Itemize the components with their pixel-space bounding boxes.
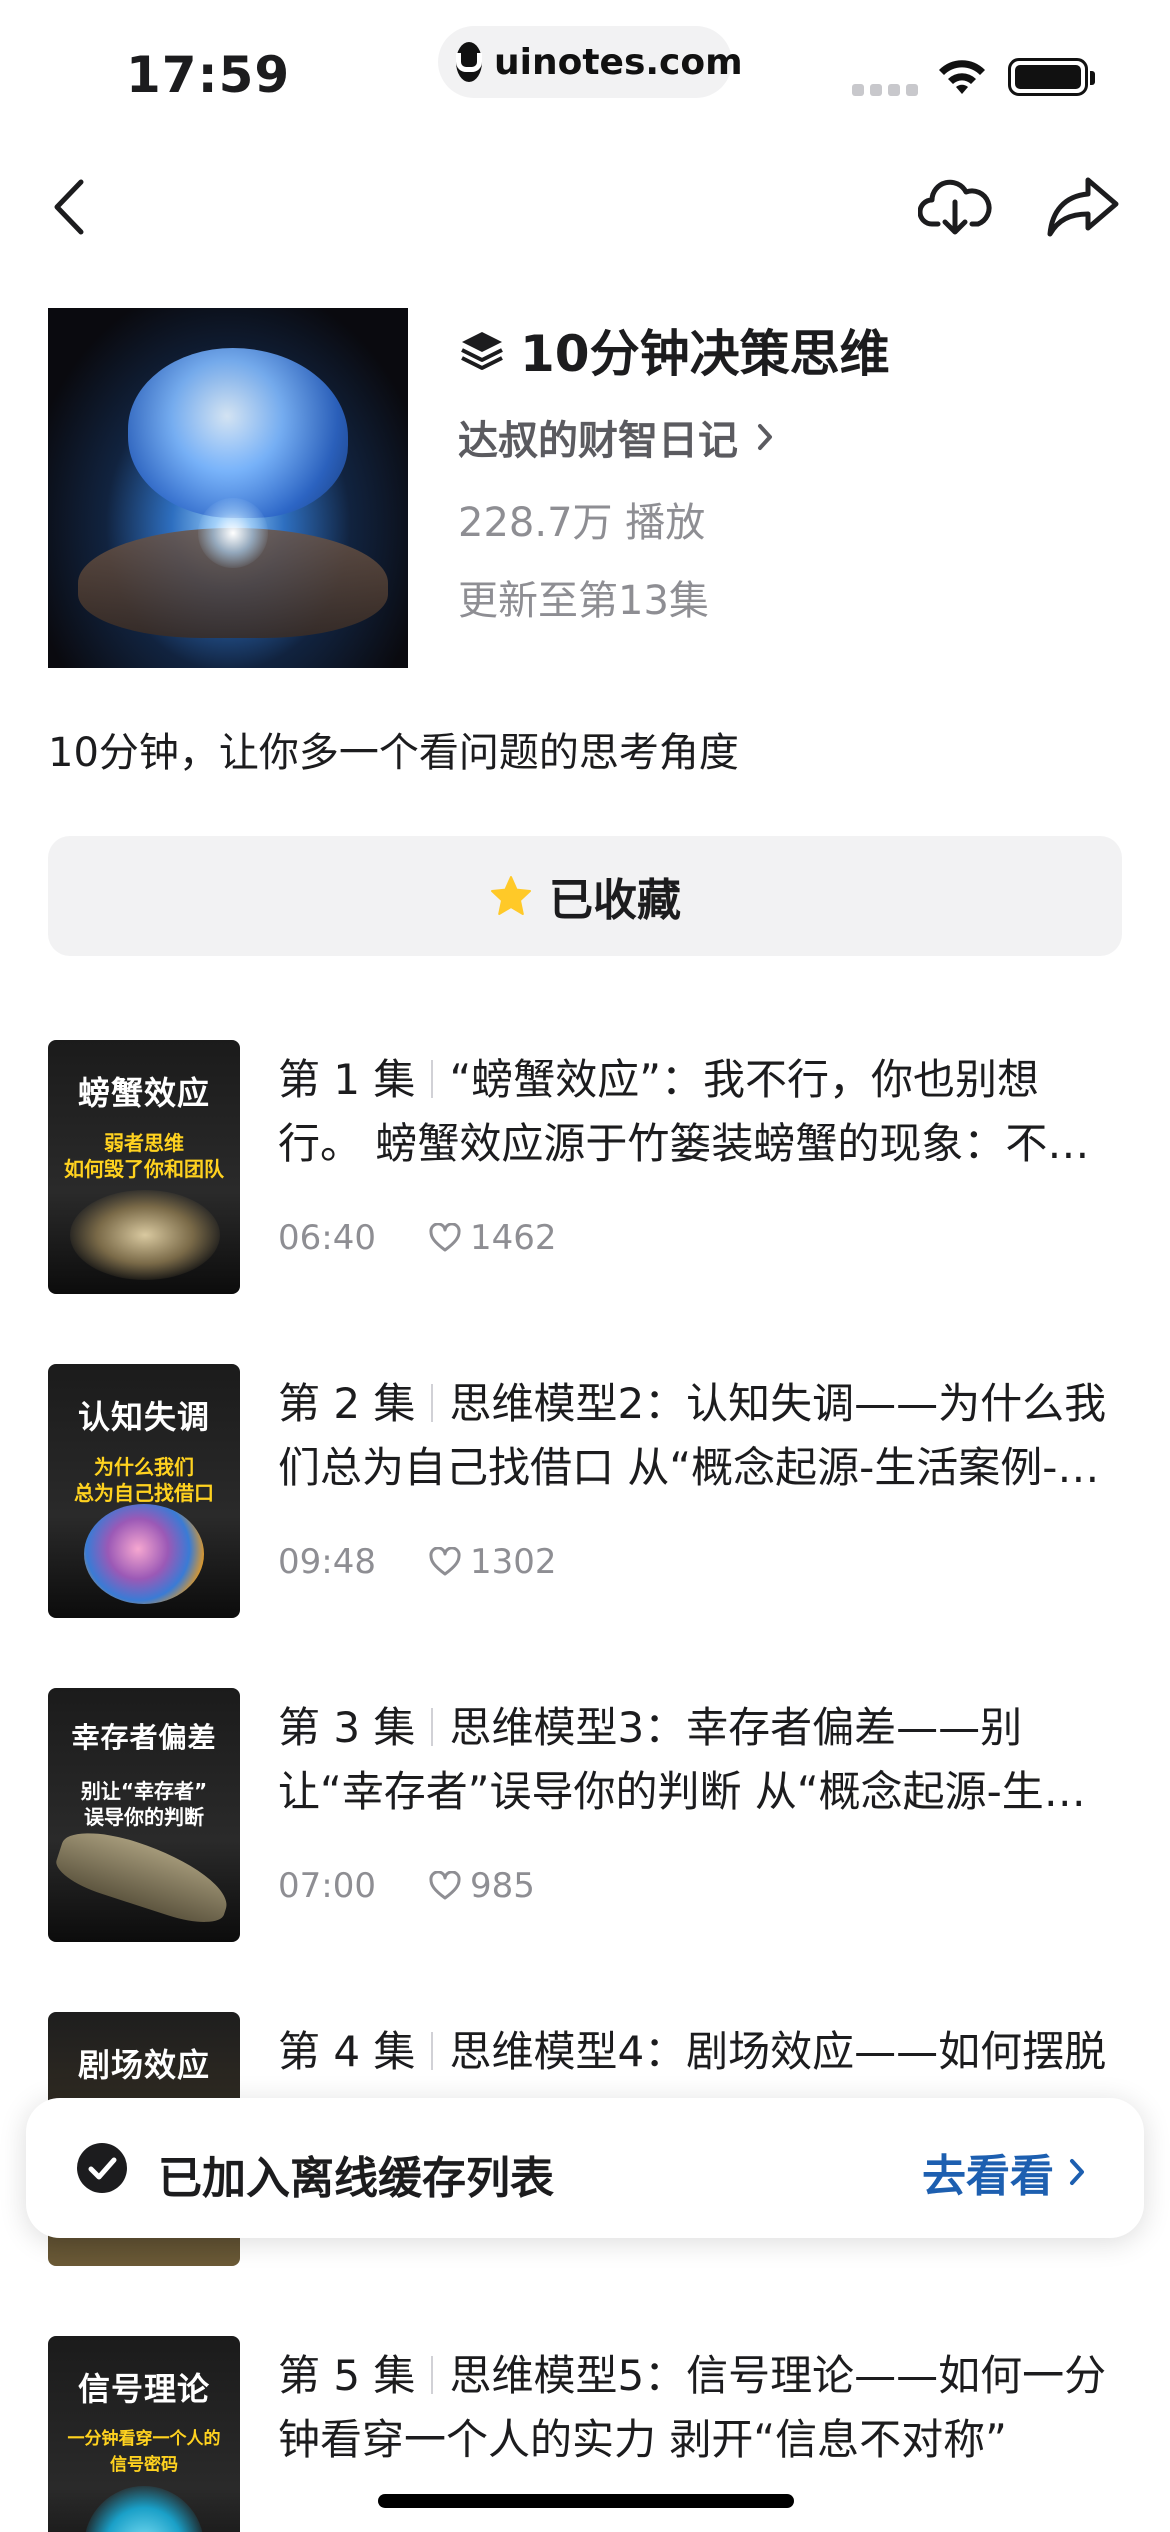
heart-icon: [429, 1547, 461, 1576]
battery-icon: [1008, 58, 1095, 96]
episode-thumbnail: 螃蟹效应 弱者思维 如何毁了你和团队: [48, 1040, 240, 1294]
go-view-button[interactable]: 去看看: [922, 2140, 1086, 2204]
chevron-left-icon: [54, 179, 84, 235]
thumbnail-title: 认知失调: [77, 1398, 210, 1436]
episode-item[interactable]: 幸存者偏差 别让“幸存者” 误导你的判断 第 3 集思维模型3：幸存者偏差——别…: [48, 1688, 1122, 1942]
wifi-icon: [939, 60, 985, 94]
episode-duration: 07:00: [278, 1866, 376, 1906]
album-cover-image: [48, 308, 408, 668]
episode-thumbnail: 信号理论 一分钟看穿一个人的 信号密码: [48, 2336, 240, 2532]
cloud-download-icon: [917, 179, 992, 235]
go-view-label: 去看看: [922, 2151, 1054, 2202]
episode-title: 第 3 集思维模型3：幸存者偏差——别让“幸存者”误导你的判断 从“概念起源-生…: [278, 1696, 1122, 1824]
episode-text: 思维模型4：剧场效应——如何摆脱: [449, 2027, 1107, 2076]
thumbnail-title: 剧场效应: [77, 2046, 210, 2084]
download-button[interactable]: [917, 174, 992, 240]
status-time: 17:59: [126, 46, 291, 104]
episode-meta: 06:40 1462: [278, 1218, 557, 1258]
thumbnail-title: 螃蟹效应: [77, 1074, 210, 1112]
url-text: uinotes.com: [494, 41, 743, 83]
share-button[interactable]: [1046, 174, 1120, 240]
episode-likes: 985: [469, 1866, 535, 1906]
album-description: 10分钟，让你多一个看问题的思考角度: [48, 730, 739, 776]
episode-title: 第 5 集思维模型5：信号理论——如何一分钟看穿一个人的实力 剥开“信息不对称”: [278, 2344, 1122, 2472]
site-logo-icon: [456, 42, 482, 82]
author-link[interactable]: 达叔的财智日记: [458, 408, 774, 466]
episode-title: 第 2 集思维模型2：认知失调——为什么我们总为自己找借口 从“概念起源-生活案…: [278, 1372, 1122, 1500]
thumbnail-subtitle: 弱者思维 如何毁了你和团队: [64, 1131, 224, 1181]
album-title-text: 10分钟决策思维: [520, 325, 890, 383]
toast-message: 已加入离线缓存列表: [158, 2153, 554, 2204]
episode-title: 第 1 集 “螃蟹效应”：我不行，你也别想行。 螃蟹效应源于竹篓装螃蟹的现象：不会…: [278, 1048, 1122, 1176]
episode-number: 第 1 集: [278, 1055, 416, 1104]
url-pill[interactable]: uinotes.com: [438, 26, 743, 98]
thumbnail-subtitle: 一分钟看穿一个人的 信号密码: [67, 2429, 221, 2475]
play-count: 228.7万 播放: [458, 500, 706, 546]
check-circle-icon: [77, 2143, 127, 2193]
episode-item[interactable]: 认知失调 为什么我们 总为自己找借口 第 2 集思维模型2：认知失调——为什么我…: [48, 1364, 1122, 1618]
layers-icon: [461, 332, 503, 370]
cellular-signal-icon: [852, 84, 918, 96]
episode-thumbnail: 认知失调 为什么我们 总为自己找借口: [48, 1364, 240, 1618]
star-icon: [491, 876, 531, 915]
share-arrow-icon: [1047, 177, 1119, 237]
collected-button[interactable]: 已收藏: [48, 836, 1122, 956]
author-name: 达叔的财智日记: [458, 418, 738, 464]
thumbnail-subtitle: 为什么我们 总为自己找借口: [74, 1455, 214, 1505]
thumbnail-title: 幸存者偏差: [71, 1721, 217, 1754]
episode-meta: 07:00 985: [278, 1866, 535, 1906]
chevron-right-icon: [1070, 2159, 1084, 2185]
episode-number: 第 5 集: [278, 2351, 416, 2400]
episode-duration: 09:48: [278, 1542, 376, 1582]
home-indicator[interactable]: [378, 2494, 794, 2508]
offline-cache-toast: 已加入离线缓存列表 去看看: [26, 2098, 1144, 2238]
episode-duration: 06:40: [278, 1218, 376, 1258]
thumbnail-subtitle: 别让“幸存者” 误导你的判断: [80, 1779, 208, 1829]
episode-number: 第 4 集: [278, 2027, 416, 2076]
back-button[interactable]: [44, 172, 94, 242]
episode-number: 第 3 集: [278, 1703, 416, 1752]
heart-icon: [429, 1871, 461, 1900]
thumbnail-title: 信号理论: [77, 2370, 210, 2408]
chevron-right-icon: [758, 424, 772, 450]
album-title: 10分钟决策思维: [458, 314, 890, 386]
update-status: 更新至第13集: [458, 578, 709, 624]
episode-title: 第 4 集思维模型4：剧场效应——如何摆脱: [278, 2020, 1122, 2084]
episode-thumbnail: 幸存者偏差 别让“幸存者” 误导你的判断: [48, 1688, 240, 1942]
status-bar: 17:59 uinotes.com: [0, 0, 1170, 130]
episode-meta: 09:48 1302: [278, 1542, 557, 1582]
episode-likes: 1462: [469, 1218, 557, 1258]
heart-icon: [429, 1223, 461, 1252]
collected-label: 已收藏: [549, 875, 681, 926]
episode-likes: 1302: [469, 1542, 557, 1582]
episode-item[interactable]: 螃蟹效应 弱者思维 如何毁了你和团队 第 1 集 “螃蟹效应”：我不行，你也别想行…: [48, 1040, 1122, 1294]
episode-number: 第 2 集: [278, 1379, 416, 1428]
